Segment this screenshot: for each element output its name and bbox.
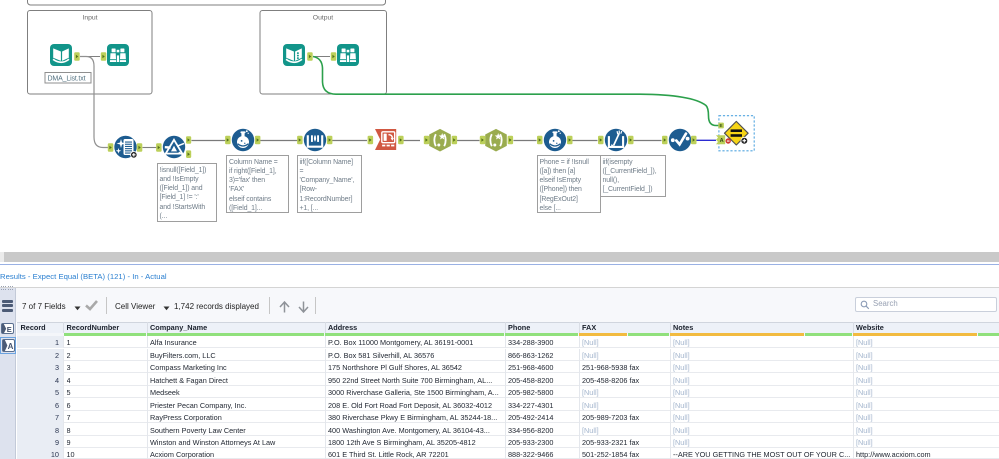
svg-text:A: A [720,138,724,144]
svg-text:Input: Input [82,15,97,22]
svg-text:Output: Output [313,15,334,22]
svg-text:E: E [7,325,12,334]
svg-text:DMA_List.txt: DMA_List.txt [48,75,86,82]
svg-text:E: E [720,123,723,128]
svg-text:A: A [8,342,14,351]
